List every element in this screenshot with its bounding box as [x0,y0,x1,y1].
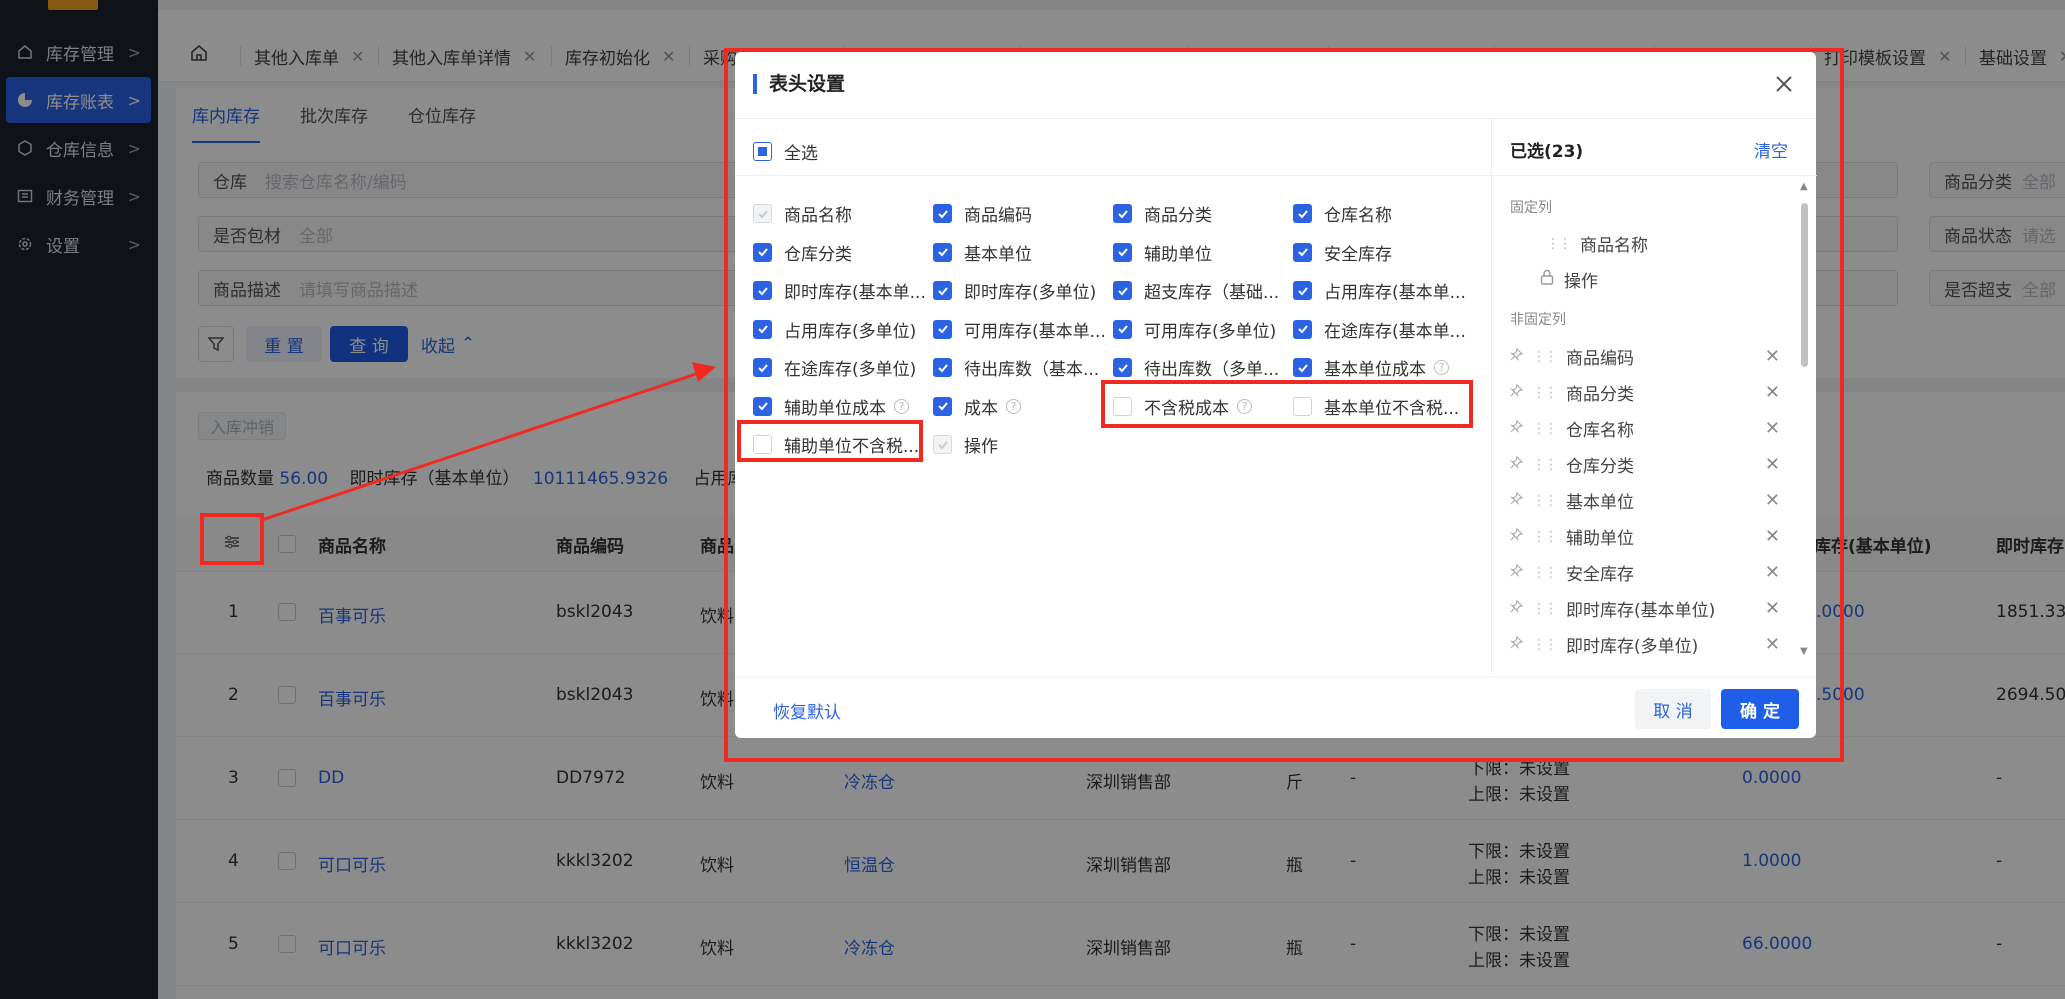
annotation-option-highlight [1101,380,1473,428]
annotation-option-highlight [737,420,923,462]
annotation-settings-icon-highlight [200,513,264,565]
